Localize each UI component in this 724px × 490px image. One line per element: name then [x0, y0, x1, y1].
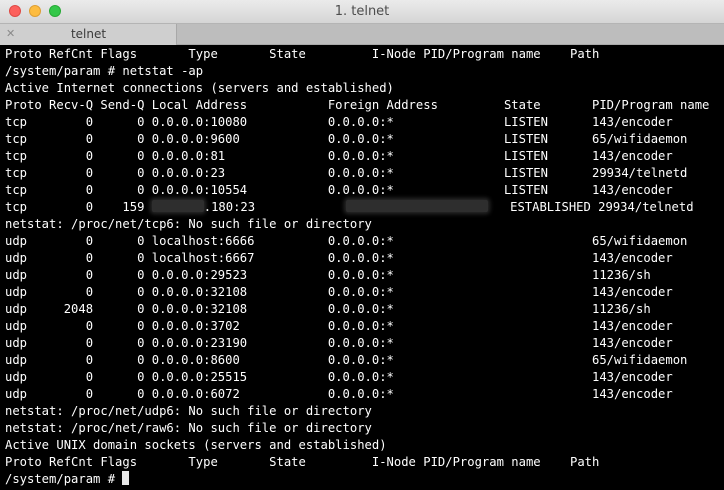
shell-prompt: /system/param # [5, 472, 123, 486]
terminal-line: tcp 0 0 0.0.0.0:10554 0.0.0.0:* LISTEN 1… [5, 183, 673, 197]
terminal-prompt-line[interactable]: /system/param # [5, 471, 720, 488]
redacted-ip-blur [346, 200, 489, 212]
terminal-line: udp 0 0 0.0.0.0:25515 0.0.0.0:* 143/enco… [5, 370, 673, 384]
window-title: 1. telnet [334, 4, 390, 19]
terminal-line-redacted: tcp 0 159 .180:23 ESTABLISHED 29934/telne… [5, 199, 720, 216]
redacted-line-prefix: tcp 0 159 [5, 200, 152, 214]
terminal-line: udp 0 0 localhost:6667 0.0.0.0:* 143/enc… [5, 251, 673, 265]
terminal-line: tcp 0 0 0.0.0.0:81 0.0.0.0:* LISTEN 143/… [5, 149, 673, 163]
terminal-line: udp 0 0 0.0.0.0:29523 0.0.0.0:* 11236/sh [5, 268, 651, 282]
redacted-line-suffix: ESTABLISHED 29934/telnetd [510, 200, 694, 214]
terminal-line: udp 0 0 0.0.0.0:3702 0.0.0.0:* 143/encod… [5, 319, 673, 333]
terminal-line: Proto RefCnt Flags Type State I-Node PID… [5, 47, 600, 61]
terminal-line: Active UNIX domain sockets (servers and … [5, 438, 387, 452]
tab-telnet[interactable]: ✕ telnet [0, 24, 177, 45]
redacted-line-local-suffix: .180:23 [203, 200, 256, 214]
terminal-line: udp 0 0 0.0.0.0:6072 0.0.0.0:* 143/encod… [5, 387, 673, 401]
terminal-line: netstat: /proc/net/tcp6: No such file or… [5, 217, 372, 231]
tab-label: telnet [70, 27, 107, 41]
terminal-line: Proto RefCnt Flags Type State I-Node PID… [5, 455, 600, 469]
terminal-line: tcp 0 0 0.0.0.0:10080 0.0.0.0:* LISTEN 1… [5, 115, 673, 129]
terminal-line: /system/param # netstat -ap [5, 64, 204, 78]
tab-bar: ✕ telnet [0, 24, 724, 45]
terminal-line: netstat: /proc/net/udp6: No such file or… [5, 404, 372, 418]
text-cursor [122, 471, 130, 485]
terminal-line: udp 0 0 0.0.0.0:23190 0.0.0.0:* 143/enco… [5, 336, 673, 350]
terminal-line: udp 0 0 localhost:6666 0.0.0.0:* 65/wifi… [5, 234, 688, 248]
terminal-line: netstat: /proc/net/raw6: No such file or… [5, 421, 372, 435]
terminal-line: udp 0 0 0.0.0.0:32108 0.0.0.0:* 143/enco… [5, 285, 673, 299]
terminal-window: 1. telnet ✕ telnet Proto RefCnt Flags Ty… [0, 0, 724, 490]
terminal-output[interactable]: Proto RefCnt Flags Type State I-Node PID… [5, 46, 720, 490]
terminal-line: tcp 0 0 0.0.0.0:23 0.0.0.0:* LISTEN 2993… [5, 166, 688, 180]
redacted-ip-blur [151, 200, 204, 212]
terminal-line: Proto Recv-Q Send-Q Local Address Foreig… [5, 98, 710, 112]
terminal-line: tcp 0 0 0.0.0.0:9600 0.0.0.0:* LISTEN 65… [5, 132, 688, 146]
terminal-line: udp 2048 0 0.0.0.0:32108 0.0.0.0:* 11236… [5, 302, 651, 316]
terminal-line: Active Internet connections (servers and… [5, 81, 394, 95]
title-bar[interactable]: 1. telnet [0, 0, 724, 24]
terminal-line: udp 0 0 0.0.0.0:8600 0.0.0.0:* 65/wifida… [5, 353, 688, 367]
